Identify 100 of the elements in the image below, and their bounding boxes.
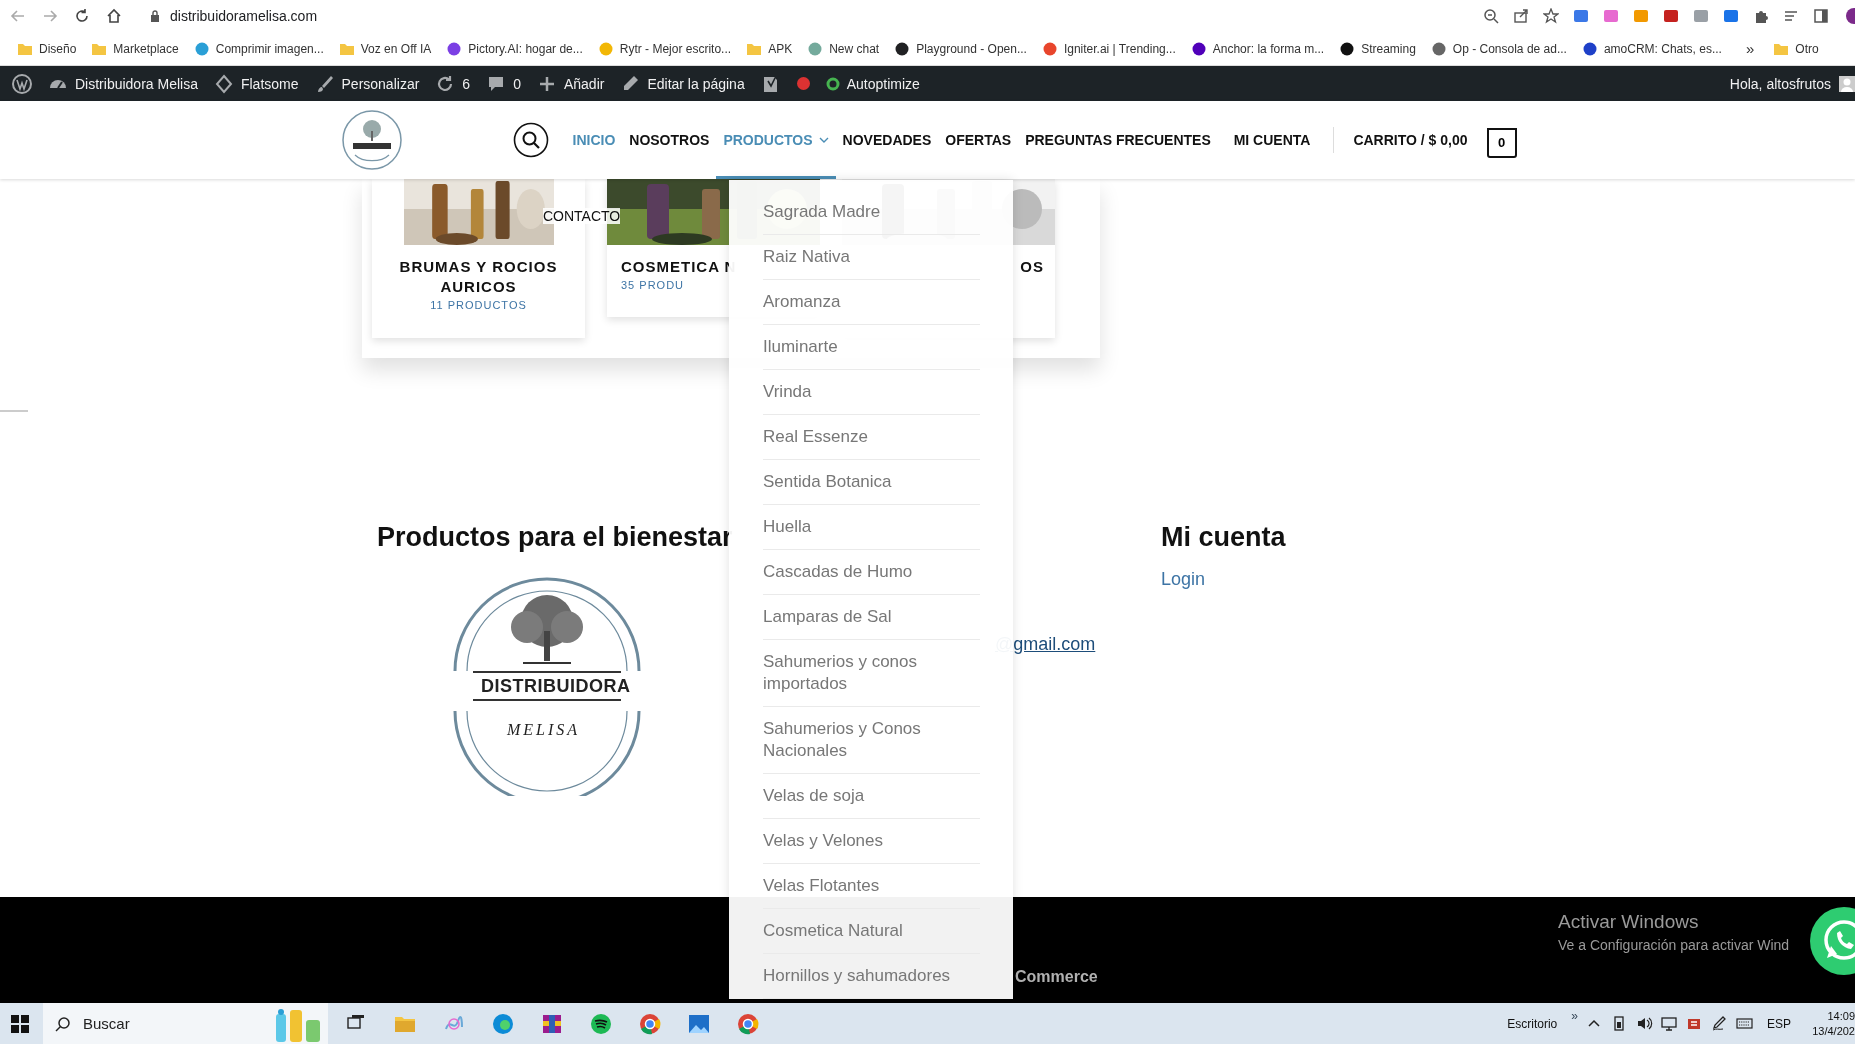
greeting-link[interactable]: Hola, altosfrutos bbox=[1729, 75, 1831, 92]
extension-icon[interactable] bbox=[1573, 8, 1589, 24]
cart-count[interactable]: 0 bbox=[1486, 128, 1517, 158]
bookmark[interactable]: Playground - Open... bbox=[887, 41, 1035, 56]
logo-icon[interactable] bbox=[340, 109, 403, 171]
pen-icon[interactable] bbox=[1711, 1015, 1728, 1032]
bookmark[interactable]: Comprimir imagen... bbox=[186, 41, 332, 56]
widget-heading: Productos para el bienestar bbox=[377, 522, 734, 553]
side-panel-icon[interactable] bbox=[1813, 8, 1829, 24]
menu-item[interactable]: Velas Flotantes bbox=[763, 864, 980, 909]
search-field[interactable]: Buscar bbox=[43, 1003, 328, 1044]
bookmark[interactable]: Op - Consola de ad... bbox=[1423, 41, 1575, 56]
folder-icon bbox=[339, 42, 354, 55]
language-indicator[interactable]: ESP bbox=[1767, 1016, 1791, 1031]
edge-browser-icon[interactable] bbox=[492, 1012, 514, 1035]
bookmark[interactable]: Streaming bbox=[1332, 41, 1424, 56]
chrome-browser-icon[interactable] bbox=[639, 1012, 661, 1035]
extension-icon[interactable] bbox=[1723, 8, 1739, 24]
more-bookmarks-button[interactable]: » bbox=[1739, 40, 1761, 57]
admin-bar-link[interactable]: Personalizar bbox=[341, 75, 420, 92]
admin-bar-link[interactable]: Editar la página bbox=[647, 75, 745, 92]
folder-icon bbox=[18, 42, 32, 55]
network-icon[interactable] bbox=[1661, 1015, 1678, 1032]
folder-icon bbox=[1774, 42, 1789, 55]
menu-item[interactable]: Lamparas de Sal bbox=[763, 595, 980, 640]
zoom-icon[interactable] bbox=[1483, 8, 1499, 24]
menu-item[interactable]: Real Essenze bbox=[763, 415, 980, 460]
menu-item[interactable]: Sahumerios y Conos Nacionales bbox=[763, 707, 980, 774]
clock-date[interactable]: 13/4/202 bbox=[1812, 1023, 1855, 1039]
extension-icon[interactable] bbox=[1693, 8, 1709, 24]
nav-link[interactable]: PREGUNTAS FRECUENTES bbox=[1018, 101, 1218, 179]
bookmark[interactable]: Voz en Off IA bbox=[331, 41, 440, 56]
nav-link[interactable]: NOSOTROS bbox=[622, 101, 717, 179]
admin-bar-link[interactable]: 0 bbox=[513, 75, 521, 92]
bookmark[interactable]: Diseño bbox=[10, 41, 85, 56]
menu-item[interactable]: Cascadas de Humo bbox=[763, 550, 980, 595]
search-icon[interactable] bbox=[512, 122, 549, 158]
photos-icon[interactable] bbox=[688, 1012, 710, 1035]
account-link[interactable]: MI CUENTA bbox=[1226, 132, 1318, 148]
admin-bar-link[interactable]: Autoptimize bbox=[846, 75, 920, 92]
archive-icon[interactable] bbox=[541, 1012, 563, 1035]
wordpress-logo-icon[interactable] bbox=[12, 73, 32, 94]
bookmark[interactable]: amoCRM: Chats, es... bbox=[1574, 41, 1730, 56]
admin-bar-link[interactable]: 6 bbox=[462, 75, 471, 92]
reading-list-icon[interactable] bbox=[1783, 8, 1799, 24]
home-icon[interactable] bbox=[106, 8, 122, 24]
folder-icon bbox=[747, 42, 762, 55]
extension-icon[interactable] bbox=[1603, 8, 1619, 24]
bookmark[interactable]: Igniter.ai | Trending... bbox=[1034, 41, 1184, 56]
admin-bar-link[interactable]: Flatsome bbox=[240, 75, 299, 92]
menu-item[interactable]: Hornillos y sahumadores bbox=[763, 954, 980, 999]
puzzle-icon[interactable] bbox=[1753, 8, 1769, 24]
extension-icon[interactable] bbox=[1663, 8, 1679, 24]
menu-item[interactable]: Huella bbox=[763, 505, 980, 550]
address-bar[interactable]: distribuidoramelisa.com bbox=[170, 8, 318, 24]
clock-time[interactable]: 14:09 bbox=[1827, 1008, 1855, 1024]
avatar-icon[interactable] bbox=[1839, 75, 1855, 92]
desktop-label[interactable]: Escritorio bbox=[1507, 1016, 1558, 1031]
keyboard-icon[interactable] bbox=[1736, 1015, 1753, 1032]
nav-link[interactable]: OFERTAS bbox=[938, 101, 1019, 179]
menu-item[interactable]: Velas de soja bbox=[763, 774, 980, 819]
share-icon[interactable] bbox=[1513, 8, 1529, 24]
menu-item[interactable]: Sentida Botanica bbox=[763, 460, 980, 505]
bookmark[interactable]: Pictory.AI: hogar de... bbox=[439, 41, 591, 56]
toolbar-expand-button[interactable]: » bbox=[1571, 1008, 1578, 1023]
email-link[interactable]: @gmail.com bbox=[995, 634, 1096, 655]
menu-item[interactable]: Raiz Nativa bbox=[763, 235, 980, 280]
speaker-icon[interactable] bbox=[1636, 1015, 1653, 1032]
bookmark[interactable]: APK bbox=[739, 41, 801, 56]
menu-item[interactable]: Sagrada Madre bbox=[763, 190, 980, 235]
reload-icon[interactable] bbox=[74, 8, 90, 24]
bookmark[interactable]: Marketplace bbox=[84, 41, 187, 56]
menu-item[interactable]: Sahumerios y conos importados bbox=[763, 640, 980, 707]
product-count: 11 PRODUCTOS bbox=[429, 299, 528, 311]
bookmark[interactable]: Anchor: la forma m... bbox=[1183, 41, 1333, 56]
bookmark[interactable]: Rytr - Mejor escrito... bbox=[590, 41, 740, 56]
menu-item[interactable]: Velas y Velones bbox=[763, 819, 980, 864]
menu-item[interactable]: Cosmetica Natural bbox=[763, 909, 980, 954]
brand-name: DISTRIBUIDORA bbox=[481, 676, 631, 697]
music-app-icon[interactable] bbox=[590, 1012, 612, 1035]
windows-start-icon[interactable] bbox=[11, 1014, 29, 1033]
bookmark[interactable]: Otro bbox=[1766, 41, 1827, 56]
login-link[interactable]: Login bbox=[1161, 569, 1206, 589]
admin-bar-link[interactable]: Distribuidora Melisa bbox=[75, 75, 198, 92]
diamond-icon[interactable] bbox=[213, 73, 234, 94]
menu-item[interactable]: Aromanza bbox=[763, 280, 980, 325]
nav-link[interactable]: NOVEDADES bbox=[835, 101, 939, 179]
star-icon[interactable] bbox=[1543, 8, 1559, 24]
cart-link[interactable]: CARRITO / $ 0,00 bbox=[1346, 132, 1475, 148]
ring-icon[interactable] bbox=[825, 76, 840, 91]
search-icon bbox=[55, 1015, 71, 1032]
whatsapp-icon[interactable] bbox=[1809, 906, 1855, 976]
profile-icon[interactable] bbox=[1845, 7, 1855, 25]
nav-link[interactable]: CONTACTO bbox=[543, 208, 621, 224]
nav-link[interactable]: INICIO bbox=[565, 101, 623, 179]
admin-bar-link[interactable]: Añadir bbox=[563, 75, 605, 92]
menu-item[interactable]: Iluminarte bbox=[763, 325, 980, 370]
chrome-browser-icon[interactable] bbox=[737, 1012, 759, 1035]
menu-item[interactable]: Vrinda bbox=[763, 370, 980, 415]
bookmark[interactable]: New chat bbox=[800, 41, 888, 56]
